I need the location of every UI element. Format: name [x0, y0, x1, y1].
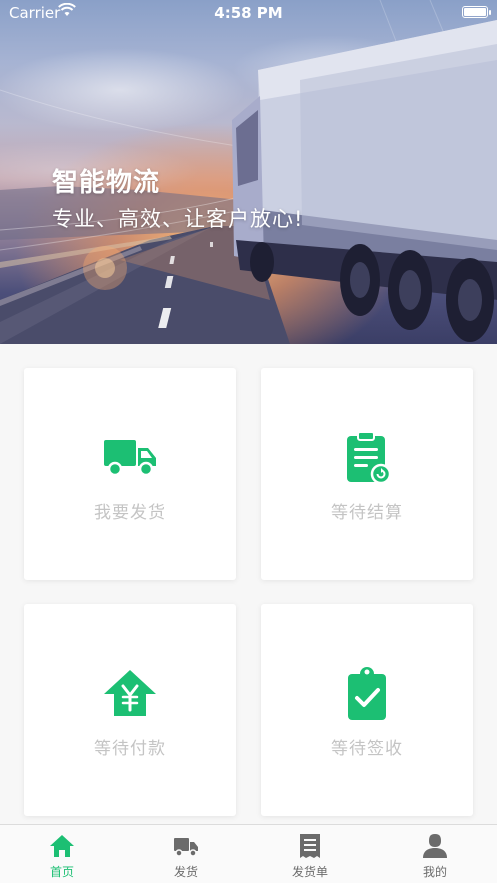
battery-tip [489, 10, 491, 15]
clipboard-refresh-icon [347, 431, 392, 485]
card-label: 我要发货 [94, 503, 166, 523]
receipt-icon [300, 834, 320, 858]
tab-label: 发货 [173, 865, 198, 879]
card-ship-goods[interactable]: 我要发货 [24, 368, 236, 580]
tab-me[interactable]: 我的 [373, 825, 497, 883]
tab-label: 首页 [49, 865, 74, 879]
card-awaiting-settlement[interactable]: 等待结算 [261, 368, 473, 580]
clipboard-check-icon [348, 667, 386, 720]
card-label: 等待结算 [331, 503, 403, 523]
user-icon [423, 834, 447, 858]
tab-ship[interactable]: 发货 [124, 825, 248, 883]
home-icon [50, 835, 74, 857]
card-label: 等待付款 [94, 739, 166, 759]
card-label: 等待签收 [331, 739, 403, 759]
tab-label: 发货单 [291, 865, 328, 879]
hero-banner: 智能物流 专业、高效、让客户放心! [0, 0, 497, 344]
tab-bar: 首页 发货 发货单 我的 [0, 824, 497, 883]
tab-home[interactable]: 首页 [0, 825, 124, 883]
yen-house-icon [104, 670, 156, 716]
banner-headline: 智能物流 [52, 168, 161, 198]
tab-label: 我的 [422, 865, 447, 879]
truck-icon [104, 440, 156, 477]
truck-icon [174, 838, 198, 857]
tab-waybills[interactable]: 发货单 [248, 825, 372, 883]
status-bar: Carrier 4:58 PM [0, 0, 497, 26]
status-time: 4:58 PM [214, 4, 283, 22]
battery-icon [462, 6, 488, 18]
card-awaiting-payment[interactable]: 等待付款 [24, 604, 236, 816]
banner-tagline: 专业、高效、让客户放心! [52, 207, 304, 231]
card-awaiting-receipt[interactable]: 等待签收 [261, 604, 473, 816]
